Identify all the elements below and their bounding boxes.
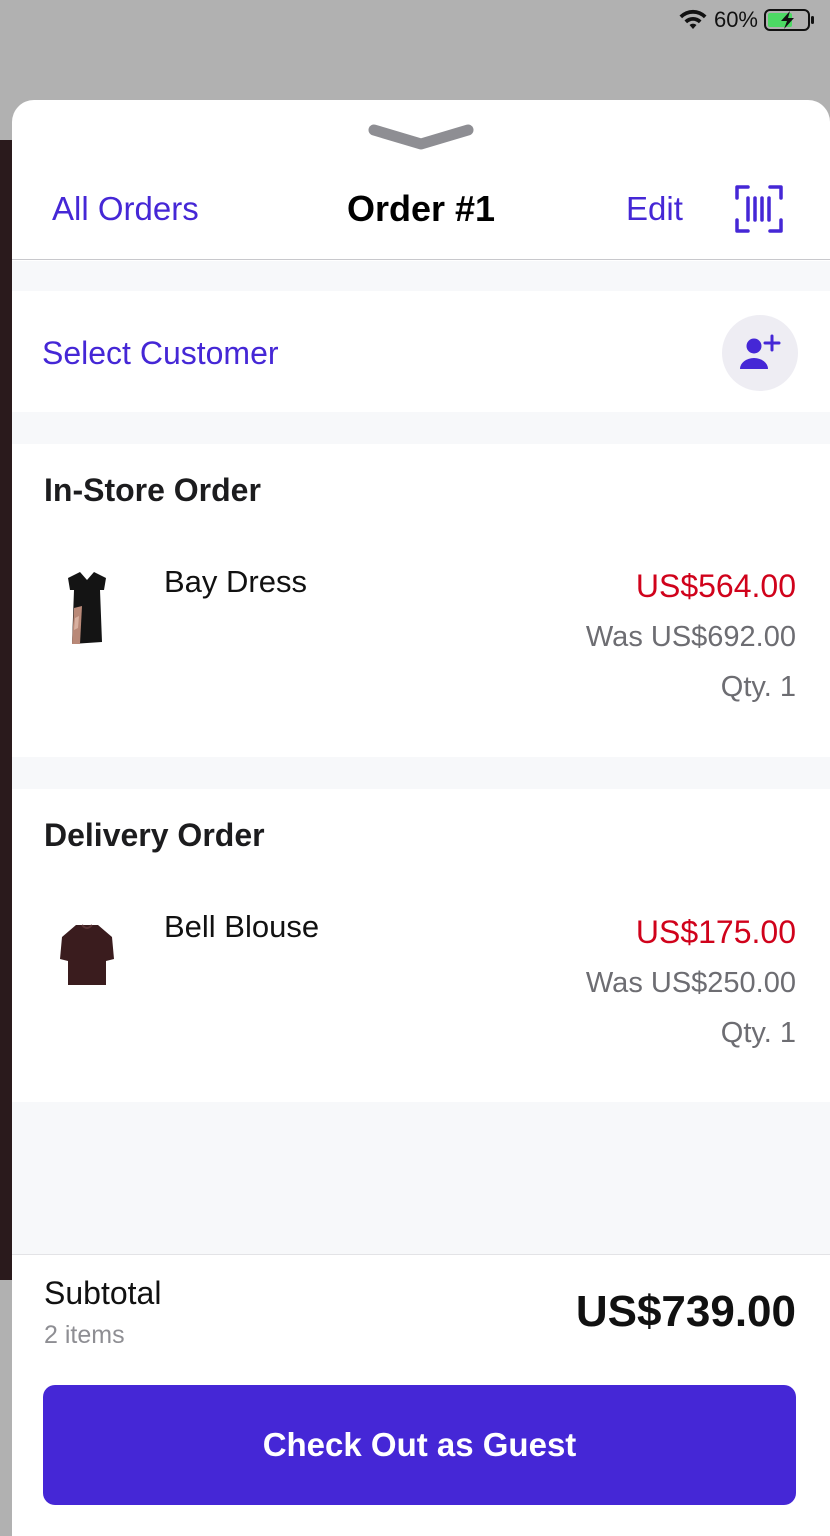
item-count: 2 items [44,1321,125,1349]
blouse-thumbnail[interactable] [52,919,122,999]
in-store-order-section: In-Store Order Bay Dress US$564.00 Was U… [12,444,830,757]
item-price-block: US$175.00 Was US$250.00 Qty. 1 [586,906,796,1058]
background-image-edge [0,140,12,1280]
add-person-icon [740,334,781,369]
dress-thumbnail[interactable] [52,568,122,648]
add-customer-button[interactable] [722,315,798,391]
checkout-as-guest-button[interactable]: Check Out as Guest [43,1385,796,1505]
subtotal-amount: US$739.00 [575,1287,796,1336]
barcode-scan-icon[interactable] [734,184,784,234]
section-separator [12,412,830,444]
wifi-icon [679,9,707,29]
order-group-title: Delivery Order [44,817,265,853]
select-customer-label: Select Customer [42,335,279,371]
order-group-title: In-Store Order [44,472,261,508]
page-title: Order #1 [346,188,496,229]
status-bar: 60% [0,0,830,40]
section-separator [12,261,830,291]
battery-charging-icon [764,9,814,31]
item-quantity: Qty. 1 [720,1017,796,1049]
checkout-button-label: Check Out as Guest [262,1426,577,1463]
empty-list-area [12,1102,830,1254]
subtotal-label: Subtotal [44,1275,162,1311]
item-name: Bell Blouse [164,909,320,944]
sale-price: US$564.00 [635,568,796,604]
item-quantity: Qty. 1 [720,671,796,703]
delivery-order-section: Delivery Order Bell Blouse US$175.00 Was… [12,789,830,1102]
original-price: Was US$692.00 [585,621,796,653]
item-name: Bay Dress [164,564,307,599]
edit-button[interactable]: Edit [626,190,683,228]
checkout-footer: Subtotal 2 items US$739.00 Check Out as … [12,1254,830,1536]
select-customer-row[interactable]: Select Customer [12,291,830,412]
section-separator [12,757,830,789]
battery-percentage: 60% [713,7,758,32]
sheet-collapse-handle-icon[interactable] [368,122,474,152]
order-sheet: All Orders Order #1 Edit Select Customer [12,100,830,1536]
navigation-bar: All Orders Order #1 Edit [12,160,830,260]
sale-price: US$175.00 [635,914,796,950]
item-price-block: US$564.00 Was US$692.00 Qty. 1 [586,560,796,712]
original-price: Was US$250.00 [585,967,796,999]
